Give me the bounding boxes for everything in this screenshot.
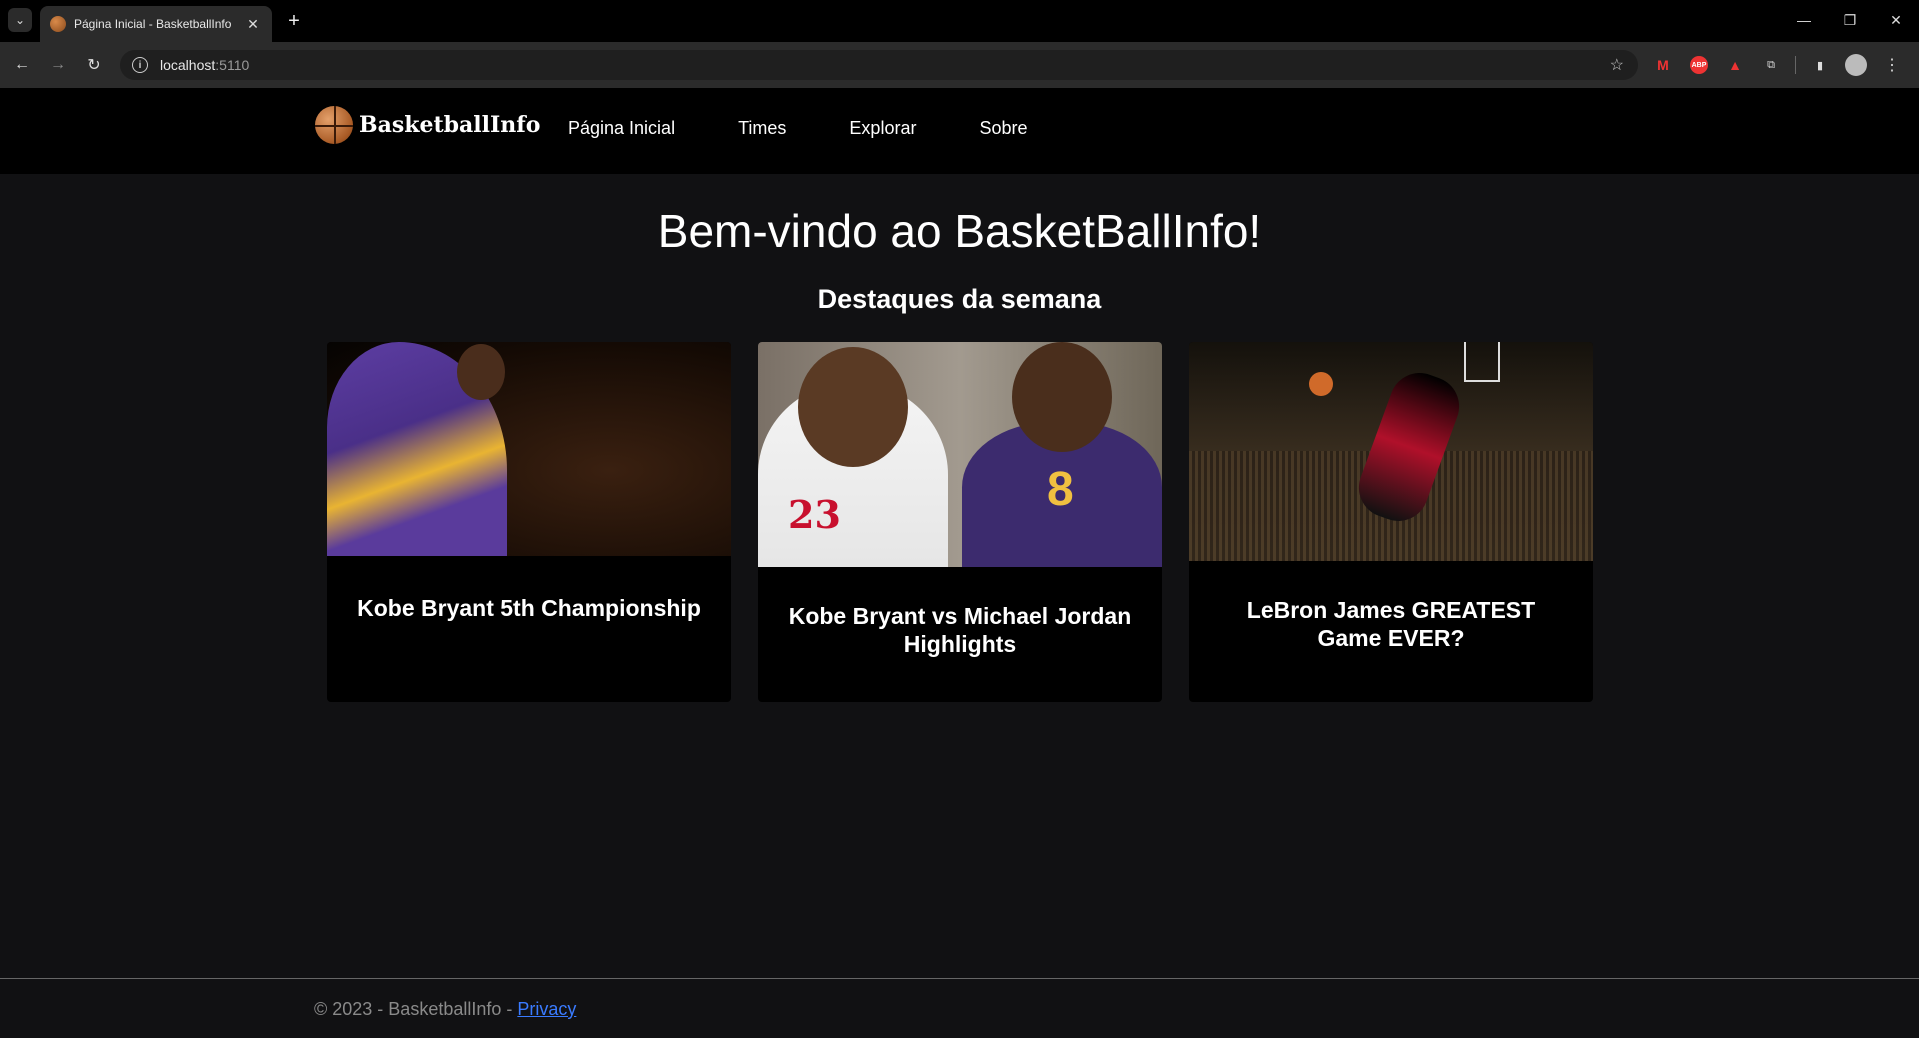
- nav-link-explorar[interactable]: Explorar: [849, 118, 916, 139]
- basketball-logo-icon: [315, 106, 353, 144]
- highlight-card[interactable]: 23 8 Kobe Bryant vs Michael Jordan Highl…: [758, 342, 1162, 702]
- new-tab-button[interactable]: +: [282, 10, 306, 34]
- brand-name: BasketballInfo: [359, 112, 541, 138]
- url-port: :5110: [215, 57, 250, 73]
- tab-title: Página Inicial - BasketballInfo: [74, 17, 232, 31]
- nav-link-times[interactable]: Times: [738, 118, 786, 139]
- adblock-extension-icon[interactable]: ABP: [1690, 56, 1708, 74]
- url-host: localhost: [160, 57, 216, 73]
- tab-search-button[interactable]: ⌄: [8, 8, 32, 32]
- angular-extension-icon[interactable]: ▲: [1717, 52, 1753, 78]
- forward-button[interactable]: →: [44, 51, 72, 79]
- window-controls: — ❐ ✕: [1781, 0, 1919, 40]
- page-title: Bem-vindo ao BasketBallInfo!: [657, 205, 1262, 257]
- nav-link-sobre[interactable]: Sobre: [979, 118, 1027, 139]
- site-footer: © 2023 - BasketballInfo - Privacy: [0, 978, 1919, 1038]
- profile-avatar[interactable]: [1845, 54, 1867, 76]
- browser-toolbar: ← → ↻ i localhost:5110 ☆ M ABP ▲ ⧉ ▮ ⋮: [0, 42, 1919, 88]
- card-thumbnail-image: 23 8: [758, 342, 1162, 567]
- side-panel-icon[interactable]: ▮: [1802, 52, 1838, 78]
- toolbar-separator: [1795, 56, 1796, 74]
- highlight-card[interactable]: Kobe Bryant 5th Championship: [327, 342, 731, 702]
- nav-link-pagina-inicial[interactable]: Página Inicial: [568, 118, 675, 139]
- browser-tab-strip: ⌄ Página Inicial - BasketballInfo ✕ + — …: [0, 0, 1919, 42]
- card-title: Kobe Bryant vs Michael Jordan Highlights: [788, 603, 1132, 657]
- card-thumbnail-image: [1189, 342, 1593, 561]
- back-button[interactable]: ←: [8, 51, 36, 79]
- menu-kebab-icon[interactable]: ⋮: [1874, 52, 1910, 78]
- privacy-link[interactable]: Privacy: [517, 999, 576, 1019]
- copyright-text: © 2023 - BasketballInfo -: [314, 999, 518, 1019]
- highlight-cards: Kobe Bryant 5th Championship 23 8 Kobe B…: [327, 342, 1593, 702]
- main-nav: Página Inicial Times Explorar Sobre: [568, 118, 1091, 139]
- site-info-icon[interactable]: i: [132, 57, 148, 73]
- card-title: LeBron James GREATEST Game EVER?: [1246, 597, 1536, 651]
- extensions-area: M ABP ▲ ⧉ ▮ ⋮: [1645, 52, 1910, 78]
- section-subtitle: Destaques da semana: [817, 284, 1102, 314]
- site-header: BasketballInfo Página Inicial Times Expl…: [0, 88, 1919, 174]
- footer-text: © 2023 - BasketballInfo - Privacy: [314, 999, 576, 1020]
- highlight-card[interactable]: LeBron James GREATEST Game EVER?: [1189, 342, 1593, 702]
- card-title: Kobe Bryant 5th Championship: [357, 595, 701, 621]
- address-bar[interactable]: i localhost:5110 ☆: [120, 50, 1638, 80]
- reload-button[interactable]: ↻: [80, 51, 108, 79]
- gmail-extension-icon[interactable]: M: [1645, 52, 1681, 78]
- card-thumbnail-image: [327, 342, 731, 556]
- basketball-favicon-icon: [50, 16, 66, 32]
- puzzle-extensions-icon[interactable]: ⧉: [1753, 52, 1789, 78]
- close-window-icon[interactable]: ✕: [1873, 0, 1919, 40]
- close-tab-icon[interactable]: ✕: [244, 16, 262, 33]
- bookmark-star-icon[interactable]: ☆: [1610, 55, 1624, 75]
- brand-logo-link[interactable]: BasketballInfo: [315, 106, 540, 144]
- main-content: Bem-vindo ao BasketBallInfo! Destaques d…: [0, 174, 1919, 702]
- browser-tab[interactable]: Página Inicial - BasketballInfo ✕: [40, 6, 272, 42]
- restore-icon[interactable]: ❐: [1827, 0, 1873, 40]
- minimize-icon[interactable]: —: [1781, 0, 1827, 40]
